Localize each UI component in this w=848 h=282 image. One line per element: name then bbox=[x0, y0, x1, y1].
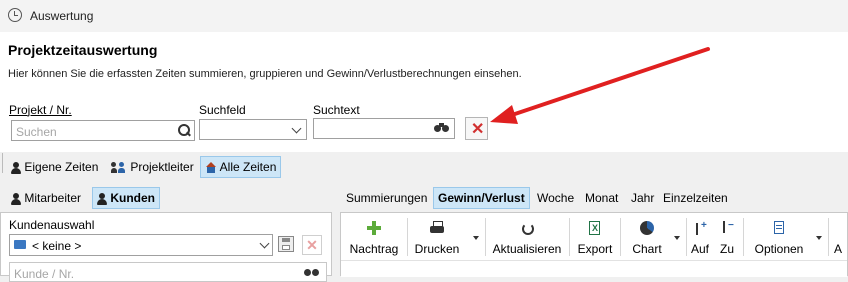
button-label: Nachtrag bbox=[349, 242, 399, 256]
button-label: Chart bbox=[632, 242, 662, 256]
search-text-label: Suchtext bbox=[313, 103, 360, 117]
nachtrag-button[interactable]: Nachtrag bbox=[344, 216, 404, 258]
customer-search-input[interactable]: Kunde / Nr. bbox=[9, 262, 327, 282]
overflow-button[interactable]: A bbox=[834, 216, 848, 258]
tab-gewinn-verlust[interactable]: Gewinn/Verlust bbox=[433, 187, 530, 209]
clock-icon bbox=[8, 8, 22, 22]
save-icon[interactable] bbox=[278, 236, 294, 252]
button-label: A bbox=[834, 242, 843, 256]
tab-label: Projektleiter bbox=[130, 160, 194, 174]
aktualisieren-button[interactable]: Aktualisieren bbox=[489, 216, 565, 258]
search-icon[interactable] bbox=[177, 123, 191, 137]
export-button[interactable]: X Export bbox=[573, 216, 617, 258]
chevron-down-icon[interactable] bbox=[674, 236, 680, 240]
tab-label: Mitarbeiter bbox=[24, 191, 82, 205]
tab-monat[interactable]: Monat bbox=[581, 187, 622, 209]
optionen-button[interactable]: Optionen bbox=[748, 216, 810, 258]
customer-search-placeholder: Kunde / Nr. bbox=[14, 267, 75, 281]
search-field-select[interactable] bbox=[199, 119, 307, 140]
tab-eigene-zeiten[interactable]: Eigene Zeiten bbox=[7, 156, 102, 178]
plus-icon bbox=[366, 220, 382, 236]
button-label: Auf bbox=[690, 242, 709, 256]
project-search-placeholder: Suchen bbox=[16, 125, 57, 139]
chart-button[interactable]: Chart bbox=[624, 216, 670, 258]
button-label: Drucken bbox=[414, 242, 460, 256]
customer-select[interactable]: < keine > bbox=[9, 234, 273, 256]
tab-woche[interactable]: Woche bbox=[533, 187, 578, 209]
tab-jahr[interactable]: Jahr bbox=[627, 187, 658, 209]
button-label: Export bbox=[577, 242, 613, 256]
sort-ascending-button[interactable]: + Auf bbox=[689, 216, 711, 258]
tab-alle-zeiten[interactable]: Alle Zeiten bbox=[200, 156, 282, 178]
tab-label: Eigene Zeiten bbox=[24, 160, 99, 174]
excel-icon: X bbox=[587, 220, 603, 236]
window-title: Auswertung bbox=[30, 9, 94, 23]
checklist-icon bbox=[771, 220, 787, 236]
sort-descending-button[interactable]: − Zu bbox=[716, 216, 738, 258]
delete-icon[interactable]: ✕ bbox=[302, 235, 322, 255]
page-header bbox=[0, 32, 848, 90]
refresh-icon bbox=[519, 220, 535, 236]
tab-mitarbeiter[interactable]: Mitarbeiter bbox=[7, 187, 85, 209]
button-label: Optionen bbox=[754, 242, 804, 256]
search-field-label: Suchfeld bbox=[199, 103, 246, 117]
chevron-down-icon bbox=[291, 123, 302, 134]
person-icon bbox=[97, 192, 107, 205]
button-label: Aktualisieren bbox=[492, 242, 562, 256]
clear-search-button[interactable]: ✕ bbox=[465, 117, 488, 140]
home-icon bbox=[205, 162, 217, 174]
tab-kunden[interactable]: Kunden bbox=[92, 187, 161, 209]
chevron-down-icon[interactable] bbox=[816, 236, 822, 240]
person-icon bbox=[11, 192, 21, 205]
secondary-toolbar bbox=[341, 260, 847, 277]
sort-descending-icon: − bbox=[719, 220, 735, 236]
project-search-input[interactable]: Suchen bbox=[11, 120, 195, 141]
tab-summierungen[interactable]: Summierungen bbox=[342, 187, 431, 209]
pie-chart-icon bbox=[639, 220, 655, 236]
customer-selection-label: Kundenauswahl bbox=[9, 218, 95, 232]
folder-icon bbox=[14, 240, 26, 249]
chevron-down-icon[interactable] bbox=[473, 236, 479, 240]
button-label: Zu bbox=[719, 242, 734, 256]
customer-select-value: < keine > bbox=[32, 239, 82, 253]
person-icon bbox=[11, 161, 21, 174]
binoculars-icon[interactable] bbox=[434, 123, 450, 133]
close-icon: ✕ bbox=[471, 121, 485, 138]
project-label: Projekt / Nr. bbox=[9, 103, 72, 117]
printer-icon bbox=[429, 220, 445, 236]
chevron-down-icon bbox=[259, 238, 270, 249]
tab-einzelzeiten[interactable]: Einzelzeiten bbox=[659, 187, 732, 209]
drucken-button[interactable]: Drucken bbox=[409, 216, 465, 258]
tab-label: Alle Zeiten bbox=[219, 160, 277, 174]
sort-ascending-icon: + bbox=[692, 220, 708, 236]
page-title: Projektzeitauswertung bbox=[8, 42, 158, 58]
people-icon bbox=[111, 161, 127, 174]
search-text-input[interactable] bbox=[313, 118, 455, 139]
page-subtitle: Hier können Sie die erfassten Zeiten sum… bbox=[8, 68, 522, 80]
window-titlebar: Auswertung bbox=[0, 0, 848, 32]
tab-projektleiter[interactable]: Projektleiter bbox=[107, 156, 198, 178]
tab-label: Kunden bbox=[110, 191, 156, 205]
